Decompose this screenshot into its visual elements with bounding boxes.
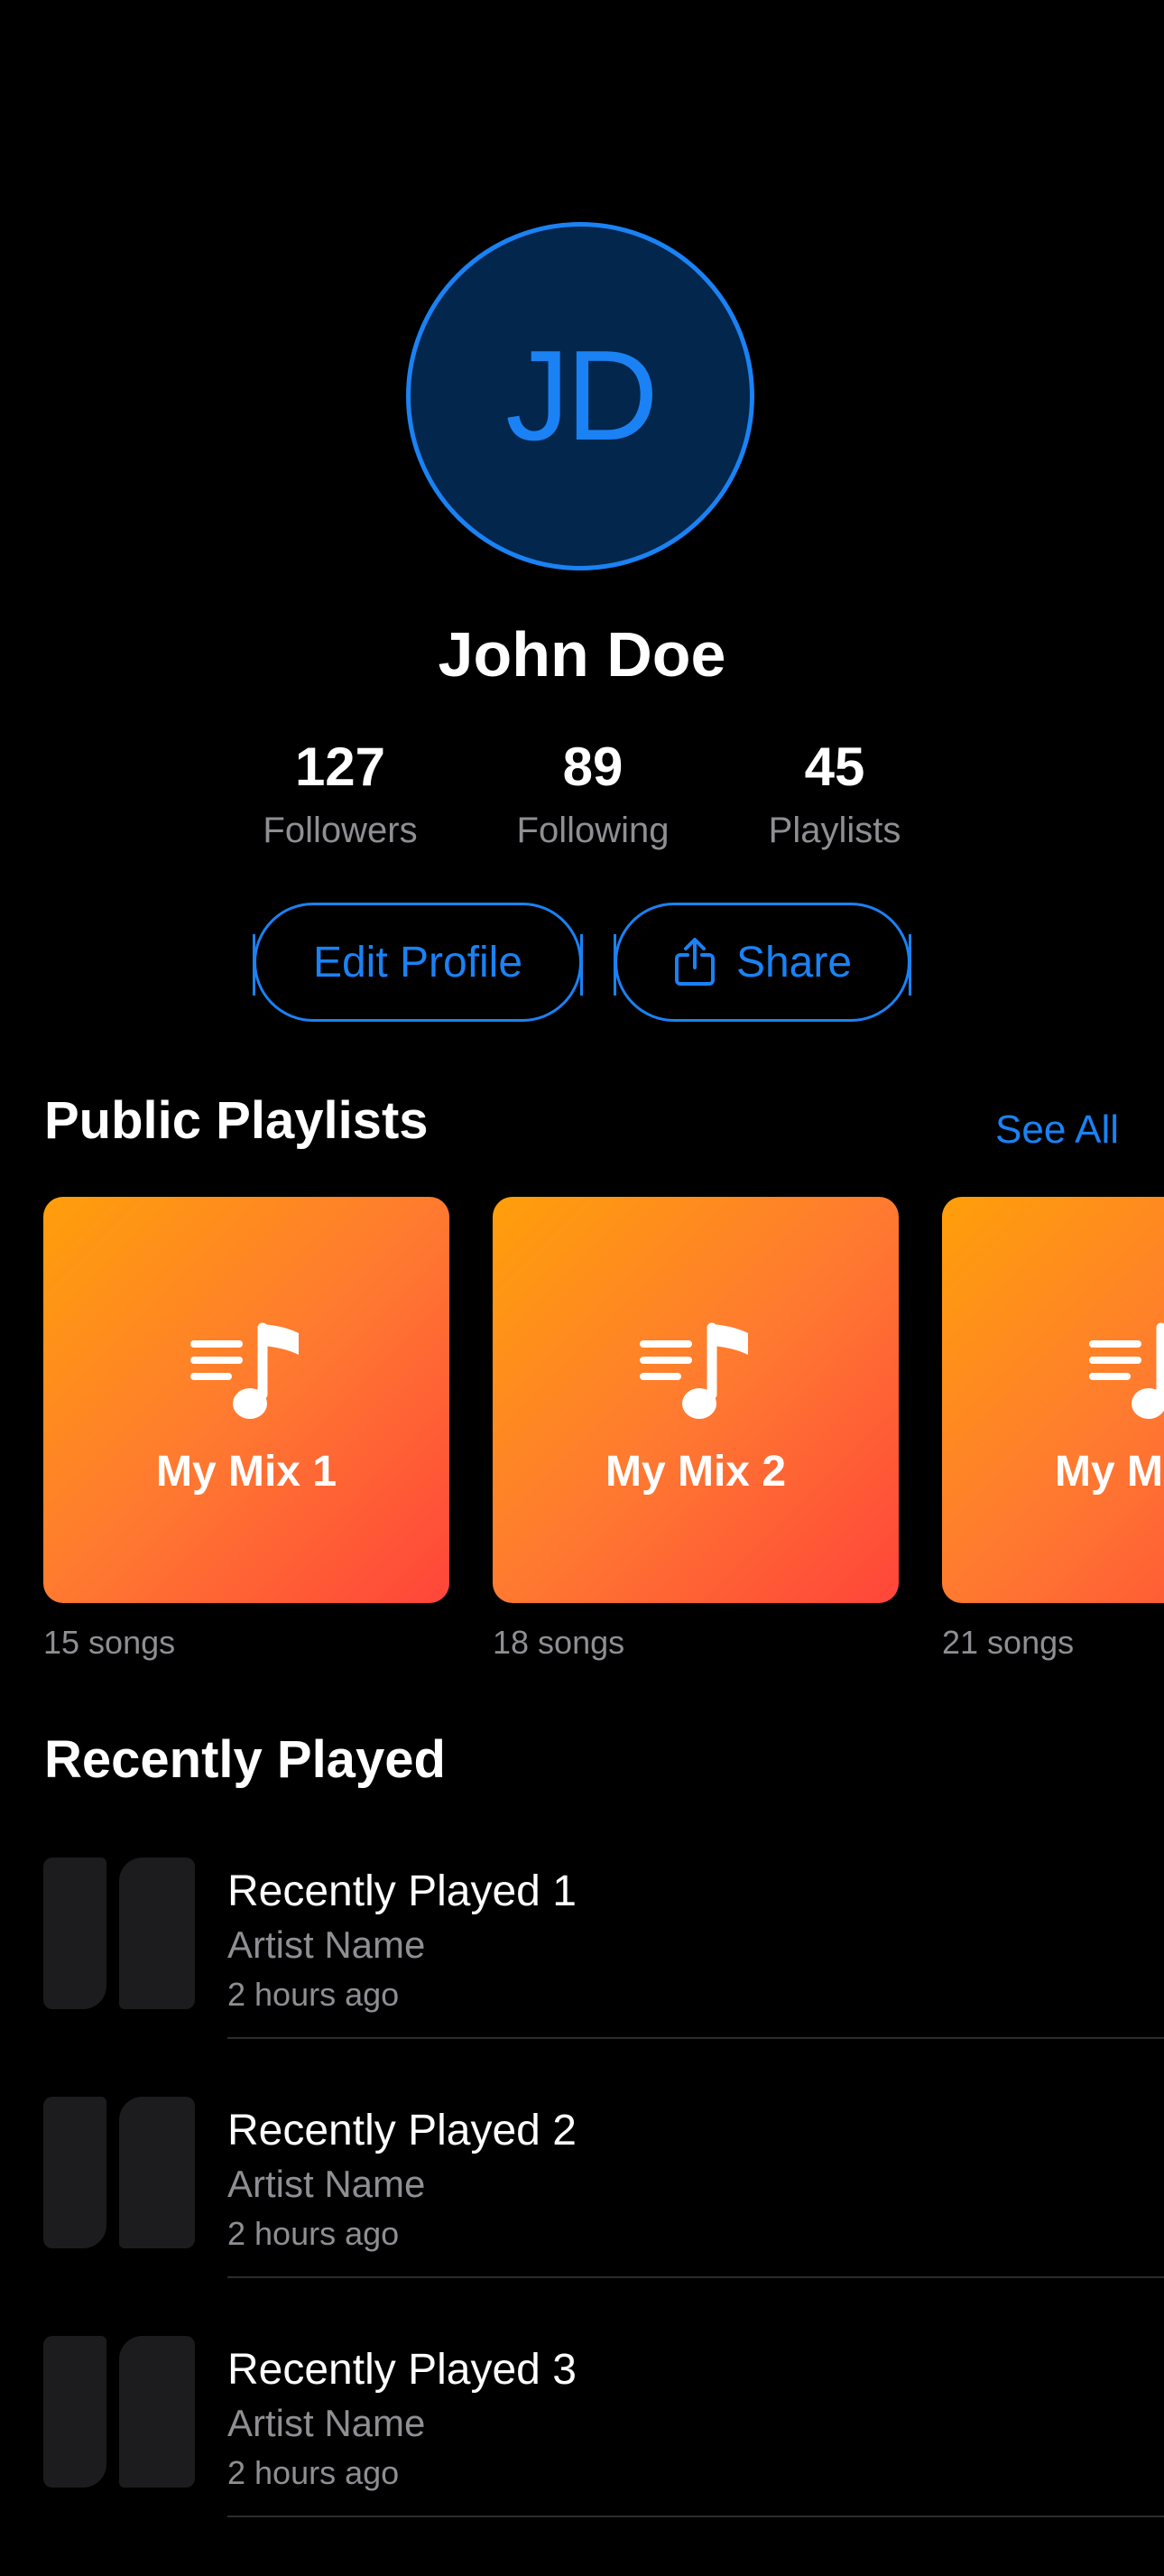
stat-label: Following <box>516 811 670 850</box>
music-list-icon <box>640 1322 748 1419</box>
playlist-card[interactable]: My Mix 3 21 songs <box>942 1197 1164 1663</box>
playlist-song-count: 18 songs <box>493 1624 625 1661</box>
profile-stats: 127 Followers 89 Following 45 Playlists <box>0 731 1164 857</box>
playlist-carousel[interactable]: My Mix 1 15 songs My Mix 2 18 songs My M… <box>43 1197 1164 1684</box>
artwork-placeholder <box>43 2336 106 2488</box>
button-edge <box>909 934 911 996</box>
track-title: Recently Played 1 <box>227 1867 577 1915</box>
stat-playlists[interactable]: 45 Playlists <box>726 731 943 857</box>
avatar[interactable]: JD <box>406 222 754 570</box>
share-label: Share <box>735 938 853 987</box>
list-item[interactable]: Recently Played 1 Artist Name 2 hours ag… <box>0 1858 1164 2098</box>
stat-value: 45 <box>804 737 865 797</box>
music-list-icon <box>190 1322 299 1419</box>
row-divider <box>227 2037 1164 2039</box>
edit-profile-button[interactable]: Edit Profile <box>253 903 583 1022</box>
playlist-title: My Mix 3 <box>1054 1448 1164 1496</box>
artwork-placeholder <box>119 2336 195 2488</box>
track-artwork <box>43 1858 195 2009</box>
profile-name: John Doe <box>438 619 726 690</box>
stat-followers[interactable]: 127 Followers <box>232 731 448 857</box>
public-playlists-heading: Public Playlists <box>44 1091 429 1150</box>
track-artist: Artist Name <box>227 2402 426 2444</box>
music-list-icon <box>1089 1322 1164 1419</box>
track-played-time: 2 hours ago <box>227 1976 400 2013</box>
stat-value: 89 <box>562 737 624 797</box>
track-title: Recently Played 3 <box>227 2346 577 2394</box>
share-button[interactable]: Share <box>614 903 911 1022</box>
button-edge <box>253 934 255 996</box>
playlist-title: My Mix 2 <box>605 1448 787 1496</box>
playlist-card[interactable]: My Mix 1 15 songs <box>43 1197 449 1663</box>
artwork-placeholder <box>119 1858 195 2009</box>
track-artwork <box>43 2336 195 2488</box>
artwork-placeholder <box>119 2097 195 2248</box>
artwork-placeholder <box>43 2097 106 2248</box>
playlist-title: My Mix 1 <box>155 1448 337 1496</box>
see-all-link[interactable]: See All <box>995 1103 1119 1157</box>
row-divider <box>227 2516 1164 2517</box>
share-icon <box>674 938 715 986</box>
track-artist: Artist Name <box>227 1923 426 1966</box>
track-played-time: 2 hours ago <box>227 2215 400 2252</box>
track-artwork <box>43 2097 195 2248</box>
recently-played-heading: Recently Played <box>44 1730 446 1789</box>
playlist-card[interactable]: My Mix 2 18 songs <box>493 1197 899 1663</box>
edit-profile-label: Edit Profile <box>312 938 523 987</box>
playlist-cover: My Mix 3 <box>942 1197 1164 1603</box>
artwork-placeholder <box>43 1858 106 2009</box>
stat-value: 127 <box>294 737 386 797</box>
track-played-time: 2 hours ago <box>227 2454 400 2491</box>
list-item[interactable]: Recently Played 3 Artist Name 2 hours ag… <box>0 2336 1164 2576</box>
stat-label: Playlists <box>768 811 901 850</box>
button-edge <box>580 934 583 996</box>
button-edge <box>614 934 616 996</box>
list-item[interactable]: Recently Played 2 Artist Name 2 hours ag… <box>0 2097 1164 2337</box>
row-divider <box>227 2276 1164 2278</box>
playlist-song-count: 15 songs <box>43 1624 176 1661</box>
track-title: Recently Played 2 <box>227 2107 577 2154</box>
playlist-cover: My Mix 2 <box>493 1197 899 1603</box>
track-artist: Artist Name <box>227 2163 426 2205</box>
stat-following[interactable]: 89 Following <box>485 731 701 857</box>
playlist-cover: My Mix 1 <box>43 1197 449 1603</box>
stat-label: Followers <box>263 811 418 850</box>
playlist-song-count: 21 songs <box>942 1624 1075 1661</box>
avatar-initials: JD <box>505 324 659 468</box>
